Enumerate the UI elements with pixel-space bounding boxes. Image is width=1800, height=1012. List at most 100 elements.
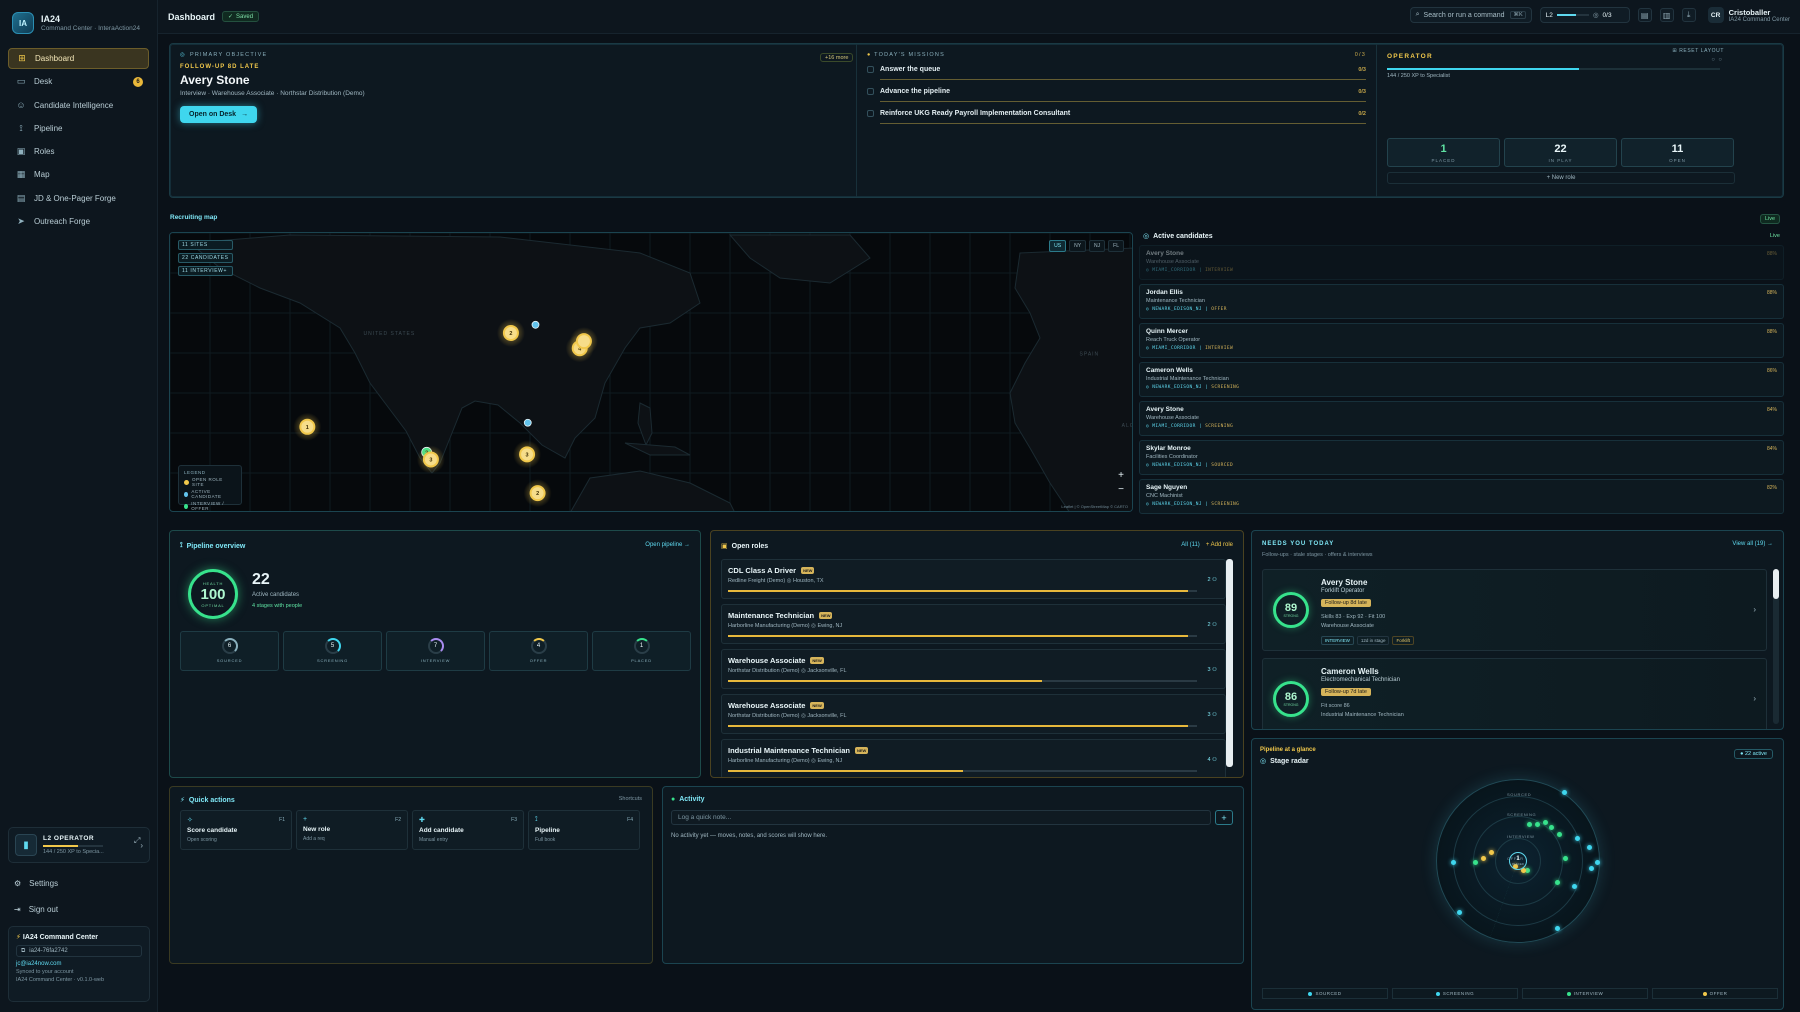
candidate-row[interactable]: Quinn Mercer Reach Truck Operator ◎ MIAMI_…	[1139, 323, 1784, 358]
sidebar-operator-card[interactable]: ▮ L2 OPERATOR 144 / 250 XP to Specia... …	[8, 827, 150, 863]
candidate-row[interactable]: Avery Stone Warehouse Associate ◎ MIAMI_CO…	[1139, 245, 1784, 280]
quick-action-new-role[interactable]: + F2 New role Add a req	[296, 810, 408, 850]
add-note-button[interactable]: +	[1215, 810, 1233, 825]
radar-candidate-dot[interactable]	[1451, 860, 1456, 865]
mission-checkbox[interactable]	[867, 110, 874, 117]
chevron-right-icon[interactable]: ›	[1753, 694, 1756, 703]
map-marker-role[interactable]: 3	[513, 440, 542, 469]
radar-candidate-dot[interactable]	[1527, 822, 1532, 827]
brand[interactable]: IA IA24 Command Center · InteraAction24	[0, 0, 157, 44]
needs-scrollbar-thumb[interactable]	[1773, 569, 1779, 599]
mission-checkbox[interactable]	[867, 88, 874, 95]
stage-offer[interactable]: 4 OFFER	[489, 631, 588, 671]
region-filter-nj[interactable]: NJ	[1089, 240, 1106, 252]
stage-interview[interactable]: 7 INTERVIEW	[386, 631, 485, 671]
calendar-icon[interactable]: ▤	[1637, 8, 1652, 22]
map-marker-role[interactable]	[569, 327, 598, 356]
mission-item[interactable]: Advance the pipeline 0/3	[867, 88, 1366, 95]
radar-candidate-dot[interactable]	[1535, 822, 1540, 827]
sidebar-item-desk[interactable]: ▭ Desk 6	[8, 71, 149, 92]
open-role-row[interactable]: Industrial Maintenance Technician NEW Harb…	[721, 739, 1226, 777]
settings-link[interactable]: ⚙ Settings	[14, 879, 58, 888]
zoom-in-button[interactable]: +	[1118, 469, 1124, 483]
panel-controls[interactable]: ○ ○	[1711, 57, 1722, 63]
map-marker-candidate[interactable]	[531, 320, 540, 329]
recruiting-map[interactable]: UNITED STATESMEXICOSPAINALGERIA 2412332 …	[169, 232, 1133, 512]
radar-candidate-dot[interactable]	[1587, 845, 1592, 850]
radar-candidate-dot[interactable]	[1562, 790, 1567, 795]
map-marker-role[interactable]: 1	[293, 412, 322, 441]
quick-note-input[interactable]: Log a quick note...	[671, 810, 1211, 825]
map-canvas[interactable]: UNITED STATESMEXICOSPAINALGERIA 2412332	[170, 233, 1133, 512]
candidate-row[interactable]: Cameron Wells Industrial Maintenance Tech…	[1139, 362, 1784, 397]
candidate-row[interactable]: Avery Stone Warehouse Associate ◎ MIAMI_CO…	[1139, 401, 1784, 436]
radar-candidate-dot[interactable]	[1572, 884, 1577, 889]
radar-candidate-dot[interactable]	[1457, 910, 1462, 915]
sidebar-item-candidate-intelligence[interactable]: ☺ Candidate Intelligence	[8, 95, 149, 116]
roles-scrollbar-thumb[interactable]	[1226, 559, 1233, 767]
chevron-right-icon[interactable]: ›	[140, 841, 143, 850]
stage-placed[interactable]: 1 PLACED	[592, 631, 691, 671]
quick-action-score-candidate[interactable]: ✧ F1 Score candidate Open scoring	[180, 810, 292, 850]
trash-icon[interactable]: ▥	[1659, 8, 1674, 22]
radar-candidate-dot[interactable]	[1481, 856, 1486, 861]
zoom-out-button[interactable]: −	[1118, 483, 1124, 497]
stat-open[interactable]: 11 OPEN	[1621, 138, 1734, 167]
quick-action-pipeline[interactable]: ⟟ F4 Pipeline Full book	[528, 810, 640, 850]
sign-out-link[interactable]: ⇥ Sign out	[14, 905, 58, 914]
sidebar-item-roles[interactable]: ▣ Roles	[8, 141, 149, 162]
sidebar-item-jd-one-pager-forge[interactable]: ▤ JD & One-Pager Forge	[8, 188, 149, 209]
quick-action-add-candidate[interactable]: ✚ F3 Add candidate Manual entry	[412, 810, 524, 850]
radar-candidate-dot[interactable]	[1563, 856, 1568, 861]
new-role-button[interactable]: + New role	[1387, 172, 1735, 184]
reset-layout-button[interactable]: ⊞ RESET LAYOUT	[1672, 48, 1724, 54]
add-role-link[interactable]: + Add role	[1206, 542, 1233, 548]
open-pipeline-link[interactable]: Open pipeline →	[645, 542, 690, 548]
open-role-row[interactable]: Maintenance Technician NEW Harborline Manu…	[721, 604, 1226, 644]
shortcuts-label[interactable]: Shortcuts	[619, 796, 642, 802]
sidebar-item-map[interactable]: ▦ Map	[8, 164, 149, 185]
radar-candidate-dot[interactable]	[1549, 825, 1554, 830]
open-role-row[interactable]: CDL Class A Driver NEW Redline Freight (De…	[721, 559, 1226, 599]
more-objectives-badge[interactable]: +16 more	[820, 53, 854, 62]
all-roles-link[interactable]: All (11)	[1181, 542, 1200, 548]
sidebar-item-dashboard[interactable]: ⊞ Dashboard	[8, 48, 149, 69]
mission-item[interactable]: Reinforce UKG Ready Payroll Implementati…	[867, 110, 1366, 117]
map-marker-role[interactable]: 3	[416, 445, 445, 474]
roles-scrollbar[interactable]	[1226, 559, 1233, 767]
needs-scrollbar[interactable]	[1773, 569, 1779, 724]
stat-placed[interactable]: 1 PLACED	[1387, 138, 1500, 167]
mission-item[interactable]: Answer the queue 0/3	[867, 66, 1366, 73]
sidebar-item-pipeline[interactable]: ⟟ Pipeline	[8, 118, 149, 139]
stage-radar-chart[interactable]: SOURCED SCREENING INTERVIEW OFFER 1 PLACED	[1436, 779, 1600, 967]
region-filter-us[interactable]: US	[1049, 240, 1067, 252]
region-filter-ny[interactable]: NY	[1069, 240, 1087, 252]
radar-candidate-dot[interactable]	[1575, 836, 1580, 841]
radar-candidate-dot[interactable]	[1557, 832, 1562, 837]
download-icon[interactable]: ⤓	[1681, 8, 1696, 22]
stat-in-play[interactable]: 22 IN PLAY	[1504, 138, 1617, 167]
open-role-row[interactable]: Warehouse Associate NEW Northstar Distribu…	[721, 649, 1226, 689]
account-id-field[interactable]: ⧉ ia24-76fa2742	[16, 945, 142, 957]
radar-candidate-dot[interactable]	[1489, 850, 1494, 855]
radar-candidate-dot[interactable]	[1589, 866, 1594, 871]
chevron-right-icon[interactable]: ›	[1753, 605, 1756, 614]
open-role-row[interactable]: Warehouse Associate NEW Northstar Distribu…	[721, 694, 1226, 734]
needs-card[interactable]: 89 STRONG Avery Stone Forklift Operator Foll…	[1262, 569, 1767, 651]
candidate-row[interactable]: Sage Nguyen CNC Machinist ◎ NEWARK_EDISON_…	[1139, 479, 1784, 514]
command-search[interactable]: ⌕ Search or run a command ⌘K	[1409, 7, 1532, 23]
radar-candidate-dot[interactable]	[1543, 820, 1548, 825]
radar-candidate-dot[interactable]	[1595, 860, 1600, 865]
expand-icon[interactable]: ⤢	[134, 836, 140, 846]
view-all-needs-link[interactable]: View all (19) →	[1732, 541, 1773, 547]
radar-candidate-dot[interactable]	[1555, 880, 1560, 885]
level-indicator[interactable]: L2 ◎ 0/3	[1539, 7, 1630, 23]
map-marker-role[interactable]: 2	[523, 479, 552, 508]
map-marker-candidate[interactable]	[523, 418, 532, 427]
candidate-row[interactable]: Jordan Ellis Maintenance Technician ◎ NEWA…	[1139, 284, 1784, 319]
needs-card[interactable]: 86 STRONG Cameron Wells Electromechanical T…	[1262, 658, 1767, 729]
map-marker-role[interactable]: 2	[496, 318, 525, 347]
candidate-row[interactable]: Skylar Monroe Facilities Coordinator ◎ NEW…	[1139, 440, 1784, 475]
stage-sourced[interactable]: 6 SOURCED	[180, 631, 279, 671]
user-menu[interactable]: CR Cristoballer IA24 Command Center	[1707, 7, 1790, 23]
